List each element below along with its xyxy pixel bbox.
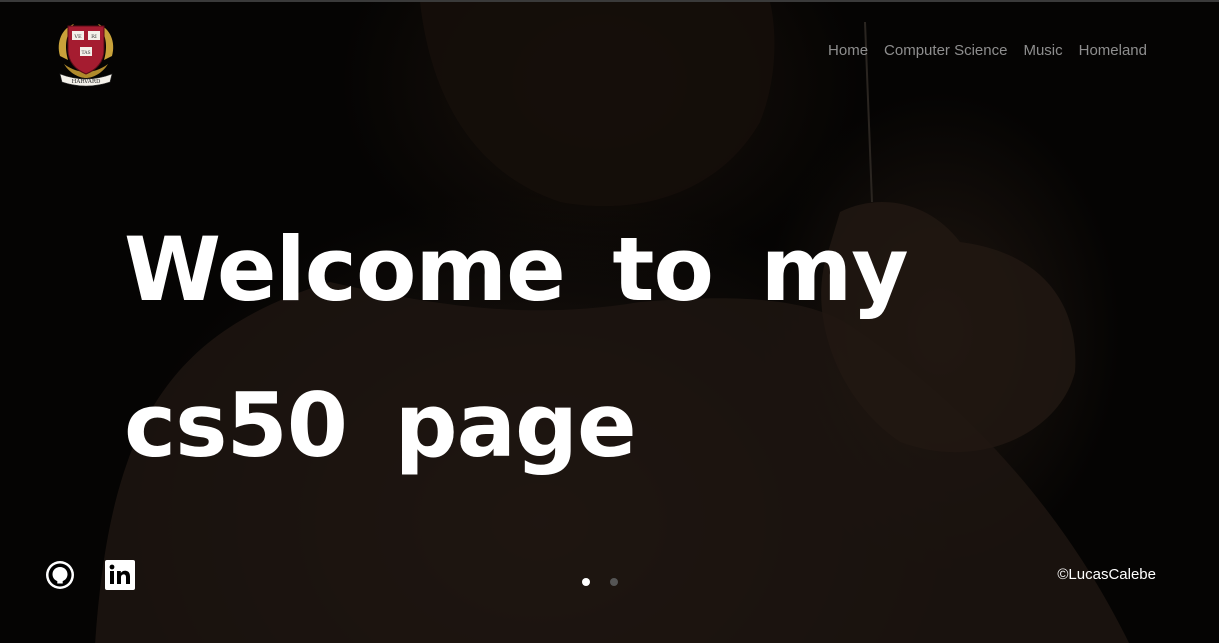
shield-text-3: TAS — [81, 50, 90, 56]
main-nav: Home Computer Science Music Homeland — [828, 42, 1147, 59]
nav-computer-science[interactable]: Computer Science — [884, 42, 1007, 59]
carousel-dot-1[interactable] — [582, 578, 590, 586]
nav-music[interactable]: Music — [1023, 42, 1062, 59]
linkedin-icon[interactable] — [105, 560, 135, 590]
hero-title: Welcome to my cs50 page — [124, 218, 909, 477]
shield-text-1: VE — [73, 34, 82, 40]
github-icon[interactable] — [45, 560, 75, 590]
social-links — [45, 560, 135, 590]
nav-home[interactable]: Home — [828, 42, 868, 59]
harvard-logo[interactable]: VE RI TAS HARVARD — [50, 16, 122, 88]
copyright-text: ©LucasCalebe — [1057, 566, 1156, 583]
logo-text: HARVARD — [72, 79, 101, 85]
shield-text-2: RI — [91, 34, 97, 40]
carousel-indicators — [582, 578, 618, 586]
hero-page: VE RI TAS HARVARD Home Computer Science … — [0, 0, 1219, 643]
carousel-dot-2[interactable] — [610, 578, 618, 586]
nav-homeland[interactable]: Homeland — [1079, 42, 1147, 59]
